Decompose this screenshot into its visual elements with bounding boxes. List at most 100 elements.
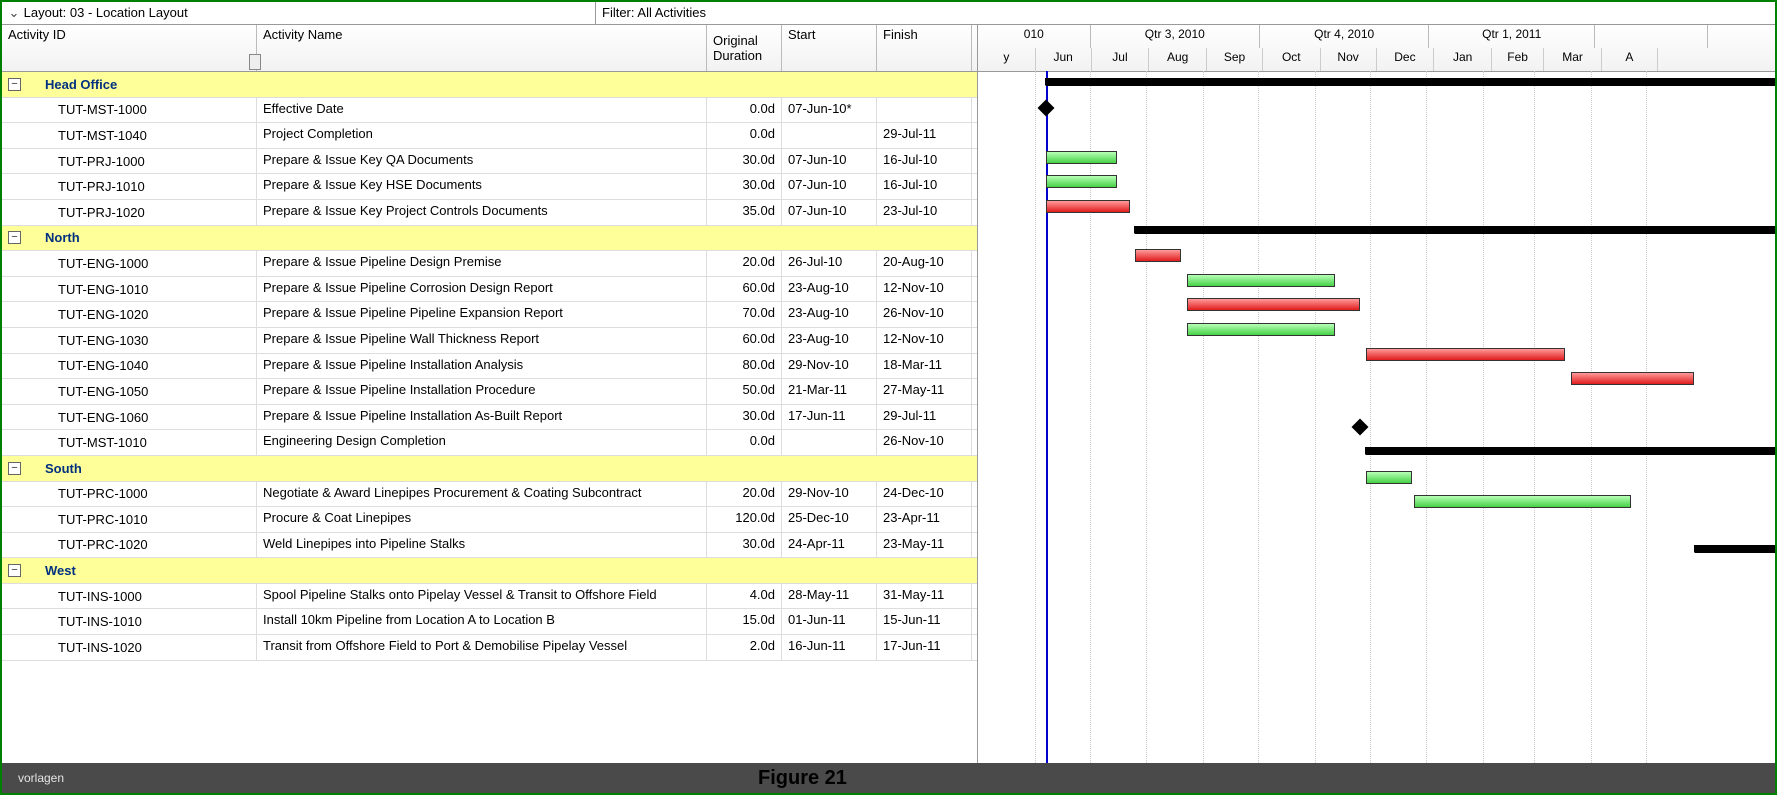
cell-finish: 16-Jul-10 (877, 149, 972, 174)
cell-duration (707, 72, 782, 97)
cell-start: 24-Apr-11 (782, 533, 877, 558)
cell-start (782, 226, 877, 251)
table-row[interactable]: TUT-ENG-1060Prepare & Issue Pipeline Ins… (2, 405, 977, 431)
table-row[interactable]: TUT-ENG-1020Prepare & Issue Pipeline Pip… (2, 302, 977, 328)
cell-activity-id: TUT-ENG-1040 (2, 354, 257, 379)
gantt-row (978, 71, 1775, 96)
table-row[interactable]: TUT-ENG-1040Prepare & Issue Pipeline Ins… (2, 354, 977, 380)
cell-activity-id: TUT-PRC-1010 (2, 507, 257, 532)
cell-duration: 120.0d (707, 507, 782, 532)
summary-bar[interactable] (1135, 226, 1775, 234)
cell-finish: 27-May-11 (877, 379, 972, 404)
month-header: Mar (1544, 48, 1602, 71)
col-original-duration[interactable]: Original Duration (707, 25, 782, 71)
cell-activity-id: TUT-ENG-1050 (2, 379, 257, 404)
month-header: Jun (1036, 48, 1092, 71)
milestone-icon[interactable] (1038, 99, 1055, 116)
month-header: Oct (1263, 48, 1321, 71)
cell-activity-name (257, 72, 707, 97)
timescale-months: yJunJulAugSepOctNovDecJanFebMarA (978, 48, 1775, 71)
table-row[interactable]: TUT-INS-1010Install 10km Pipeline from L… (2, 609, 977, 635)
quarter-header: Qtr 1, 2011 (1429, 25, 1595, 48)
task-bar[interactable] (1046, 175, 1117, 188)
cell-activity-id: TUT-INS-1010 (2, 609, 257, 634)
milestone-icon[interactable] (1352, 419, 1369, 436)
quarter-header (1595, 25, 1708, 48)
gantt-row (978, 538, 1775, 563)
quarter-header: 010 (978, 25, 1091, 48)
month-header: Sep (1207, 48, 1263, 71)
collapse-icon[interactable]: − (8, 462, 21, 475)
task-bar[interactable] (1135, 249, 1181, 262)
table-row[interactable]: TUT-PRC-1000Negotiate & Award Linepipes … (2, 482, 977, 508)
cell-activity-id: −South (2, 456, 257, 481)
gantt-body[interactable] (978, 71, 1775, 763)
col-activity-id[interactable]: Activity ID (2, 25, 257, 71)
cell-activity-name: Install 10km Pipeline from Location A to… (257, 609, 707, 634)
filter-selector[interactable]: Filter: All Activities (596, 2, 1775, 24)
table-row[interactable]: TUT-ENG-1030Prepare & Issue Pipeline Wal… (2, 328, 977, 354)
month-header: Nov (1321, 48, 1377, 71)
task-bar[interactable] (1366, 471, 1412, 484)
table-row[interactable]: TUT-MST-1010Engineering Design Completio… (2, 430, 977, 456)
gantt-row (978, 317, 1775, 342)
cell-start: 28-May-11 (782, 584, 877, 609)
group-row[interactable]: −West (2, 558, 977, 584)
gantt-row (978, 563, 1775, 588)
task-bar[interactable] (1366, 348, 1565, 361)
task-bar[interactable] (1046, 200, 1130, 213)
table-row[interactable]: TUT-MST-1040Project Completion0.0d29-Jul… (2, 123, 977, 149)
group-row[interactable]: −South (2, 456, 977, 482)
task-bar[interactable] (1571, 372, 1694, 385)
group-row[interactable]: −North (2, 226, 977, 252)
summary-bar[interactable] (1366, 447, 1775, 455)
col-finish[interactable]: Finish (877, 25, 972, 71)
table-row[interactable]: TUT-ENG-1000Prepare & Issue Pipeline Des… (2, 251, 977, 277)
table-row[interactable]: TUT-PRC-1010Procure & Coat Linepipes120.… (2, 507, 977, 533)
table-body[interactable]: −Head OfficeTUT-MST-1000Effective Date0.… (2, 72, 977, 763)
cell-finish: 12-Nov-10 (877, 328, 972, 353)
col-activity-name[interactable]: Activity Name (257, 25, 707, 71)
cell-activity-id: −Head Office (2, 72, 257, 97)
timescale-quarters: 010Qtr 3, 2010Qtr 4, 2010Qtr 1, 2011 (978, 25, 1775, 48)
col-start[interactable]: Start (782, 25, 877, 71)
cell-duration: 20.0d (707, 251, 782, 276)
task-bar[interactable] (1187, 323, 1335, 336)
cell-duration: 30.0d (707, 533, 782, 558)
cell-activity-id: TUT-ENG-1020 (2, 302, 257, 327)
table-row[interactable]: TUT-PRJ-1010Prepare & Issue Key HSE Docu… (2, 174, 977, 200)
task-bar[interactable] (1187, 298, 1360, 311)
toolbar: ⌄ Layout: 03 - Location Layout Filter: A… (2, 2, 1775, 25)
table-row[interactable]: TUT-INS-1000Spool Pipeline Stalks onto P… (2, 584, 977, 610)
summary-bar[interactable] (1695, 545, 1775, 553)
collapse-icon[interactable]: − (8, 231, 21, 244)
gantt-row (978, 415, 1775, 440)
cell-activity-id: TUT-MST-1040 (2, 123, 257, 148)
month-header: Jan (1434, 48, 1492, 71)
collapse-icon[interactable]: − (8, 564, 21, 577)
task-bar[interactable] (1046, 151, 1117, 164)
cell-activity-name: Prepare & Issue Key Project Controls Doc… (257, 200, 707, 225)
summary-bar[interactable] (1046, 78, 1775, 86)
cell-start: 23-Aug-10 (782, 328, 877, 353)
table-row[interactable]: TUT-PRJ-1020Prepare & Issue Key Project … (2, 200, 977, 226)
table-row[interactable]: TUT-ENG-1050Prepare & Issue Pipeline Ins… (2, 379, 977, 405)
layout-selector[interactable]: ⌄ Layout: 03 - Location Layout (2, 2, 596, 24)
task-bar[interactable] (1187, 274, 1335, 287)
cell-finish: 23-Apr-11 (877, 507, 972, 532)
table-row[interactable]: TUT-PRC-1020Weld Linepipes into Pipeline… (2, 533, 977, 559)
table-row[interactable]: TUT-INS-1020Transit from Offshore Field … (2, 635, 977, 661)
collapse-icon[interactable]: − (8, 78, 21, 91)
cell-duration: 35.0d (707, 200, 782, 225)
cell-finish: 18-Mar-11 (877, 354, 972, 379)
group-row[interactable]: −Head Office (2, 72, 977, 98)
gantt-chart[interactable]: 010Qtr 3, 2010Qtr 4, 2010Qtr 1, 2011 yJu… (978, 25, 1775, 763)
task-bar[interactable] (1414, 495, 1631, 508)
table-row[interactable]: TUT-ENG-1010Prepare & Issue Pipeline Cor… (2, 277, 977, 303)
cell-activity-name: Prepare & Issue Pipeline Installation Pr… (257, 379, 707, 404)
table-row[interactable]: TUT-MST-1000Effective Date0.0d07-Jun-10* (2, 98, 977, 124)
cell-activity-name: Prepare & Issue Key HSE Documents (257, 174, 707, 199)
gantt-row (978, 194, 1775, 219)
month-header: Dec (1377, 48, 1435, 71)
table-row[interactable]: TUT-PRJ-1000Prepare & Issue Key QA Docum… (2, 149, 977, 175)
